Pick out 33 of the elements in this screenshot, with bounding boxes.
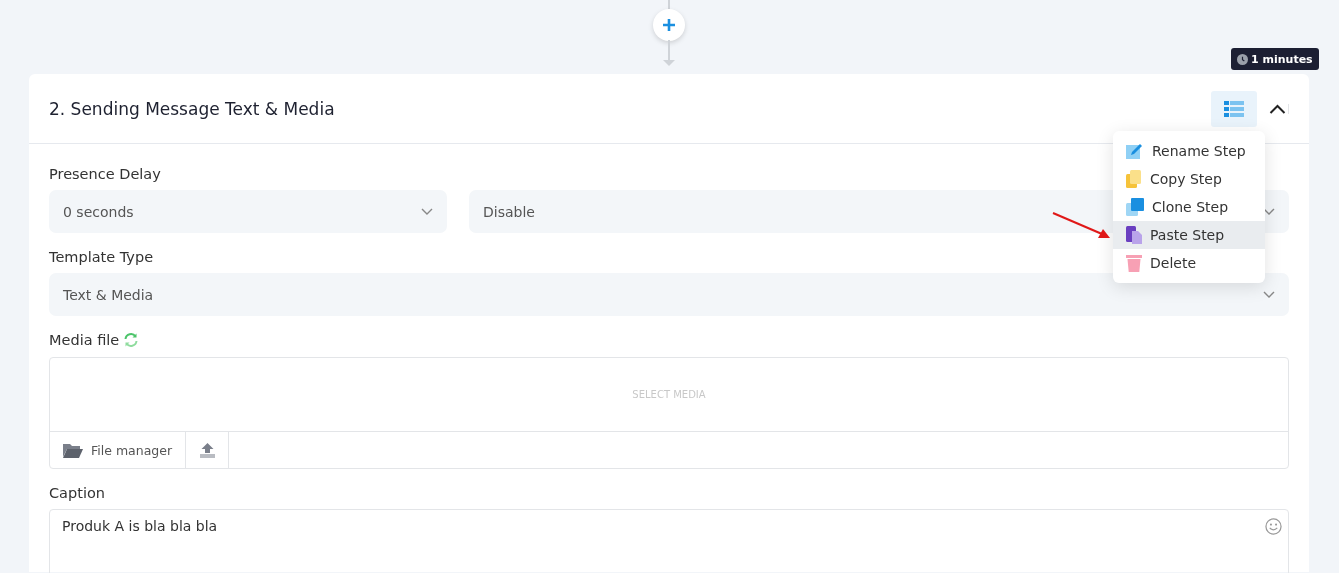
paste-icon [1126,226,1142,244]
field-label: Template Type [49,249,154,265]
dropdown[interactable]: Text & Media [49,273,1289,316]
chevron-icon [421,207,433,216]
refresh-icon[interactable] [123,332,140,348]
menu-item[interactable]: Paste Step [1113,221,1265,249]
caption-field[interactable]: Produk A is bla bla bla [49,509,1289,573]
edit-icon [1126,142,1144,160]
menu-item[interactable]: Clone Step [1113,193,1265,221]
trash-icon [1126,254,1142,272]
upload-icon [199,442,215,458]
menu-item[interactable]: Copy Step [1113,165,1265,193]
field-label: Media file [49,332,120,348]
duration-text: 1 minutes [1251,52,1313,66]
smiley-icon [1265,518,1282,535]
clone-icon [1126,198,1144,216]
clock-icon [1237,53,1248,65]
menu-item[interactable]: Rename Step [1113,137,1265,165]
annotation-arrow [1052,212,1110,238]
connector-arrow [662,40,676,68]
copy-icon [1126,170,1142,188]
add-step-button[interactable] [653,9,685,41]
dropdown[interactable]: 0 seconds [49,190,447,233]
field-label: Caption [49,485,105,501]
step-title: 2. Sending Message Text & Media [49,98,336,119]
file-manager-button[interactable]: File manager [50,432,187,468]
emoji-button[interactable] [1265,518,1282,535]
plus-icon [662,18,676,32]
folder-icon [63,442,83,458]
chevron-icon [1263,290,1275,299]
list-icon [1224,100,1244,117]
field-label: Presence Delay [49,166,161,182]
step-menu-button[interactable] [1211,90,1257,127]
